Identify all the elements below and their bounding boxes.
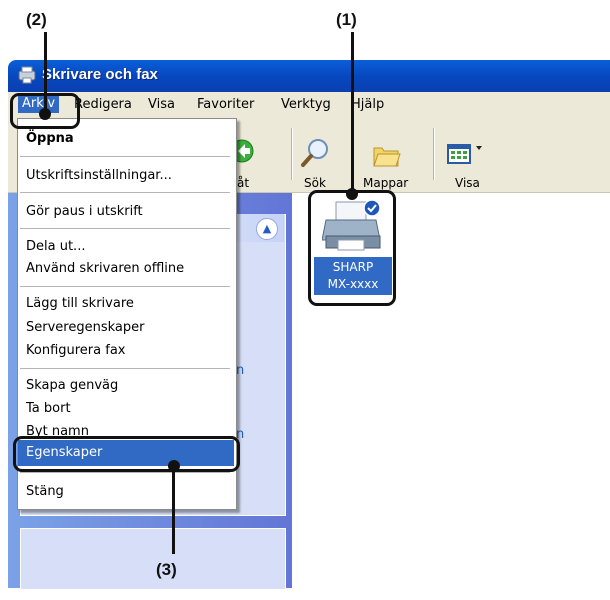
highlight-frame-properties (13, 436, 240, 472)
toolbar-separator (291, 128, 293, 180)
menu-visa[interactable]: Visa (148, 97, 175, 112)
menu-item-server-properties[interactable]: Serveregenskaper (26, 320, 144, 335)
menu-favoriter[interactable]: Favoriter (197, 97, 254, 112)
toolbar-separator (433, 128, 435, 180)
callout-label-2: (2) (26, 10, 47, 29)
folders-button-label[interactable]: Mappar (363, 176, 408, 190)
callout-line-1 (351, 32, 354, 194)
search-button-label[interactable]: Sök (304, 176, 326, 190)
menu-hjalp[interactable]: Hjälp (351, 97, 384, 112)
window-title: Skrivare och fax (42, 66, 158, 83)
callout-line-3 (172, 466, 175, 554)
menu-item-share[interactable]: Dela ut... (26, 239, 85, 254)
menu-separator (20, 228, 230, 229)
menu-item-print-preferences[interactable]: Utskriftsinställningar... (26, 168, 172, 183)
menu-item-open[interactable]: Öppna (26, 131, 74, 146)
menu-separator (20, 192, 230, 193)
task-panel-secondary (20, 528, 286, 590)
menu-item-pause-printing[interactable]: Gör paus i utskrift (26, 204, 143, 219)
back-arrow-icon[interactable] (236, 138, 256, 166)
printers-fax-icon (18, 66, 36, 84)
menu-verktyg[interactable]: Verktyg (281, 97, 331, 112)
back-button-label[interactable]: åt (237, 176, 249, 190)
search-icon[interactable] (300, 137, 332, 169)
callout-line-2 (44, 32, 47, 114)
menu-item-use-offline[interactable]: Använd skrivaren offline (26, 261, 184, 276)
menu-separator (20, 156, 230, 157)
highlight-frame-printer (308, 190, 396, 306)
callout-label-1: (1) (336, 10, 357, 29)
menu-separator (20, 368, 230, 369)
title-bar[interactable]: Skrivare och fax (8, 60, 610, 92)
callout-label-3: (3) (156, 560, 177, 579)
menu-redigera[interactable]: Redigera (74, 97, 132, 112)
menu-separator (20, 286, 230, 287)
folders-icon[interactable] (372, 142, 402, 170)
task-link-fragment[interactable]: n (236, 363, 244, 378)
callout-dot-1 (346, 188, 358, 200)
callout-dot-2 (39, 108, 51, 120)
menu-item-delete[interactable]: Ta bort (26, 401, 71, 416)
collapse-chevron-icon[interactable]: ▲ (256, 218, 278, 240)
menu-item-close[interactable]: Stäng (26, 484, 64, 499)
menu-item-add-printer[interactable]: Lägg till skrivare (26, 296, 134, 311)
view-icon[interactable] (446, 142, 486, 168)
menu-item-create-shortcut[interactable]: Skapa genväg (26, 378, 118, 393)
view-button-label[interactable]: Visa (455, 176, 480, 190)
menu-separator (20, 472, 230, 473)
menu-item-configure-fax[interactable]: Konfigurera fax (26, 343, 126, 358)
menu-bar: Arkiv Redigera Visa Favoriter Verktyg Hj… (8, 92, 610, 119)
